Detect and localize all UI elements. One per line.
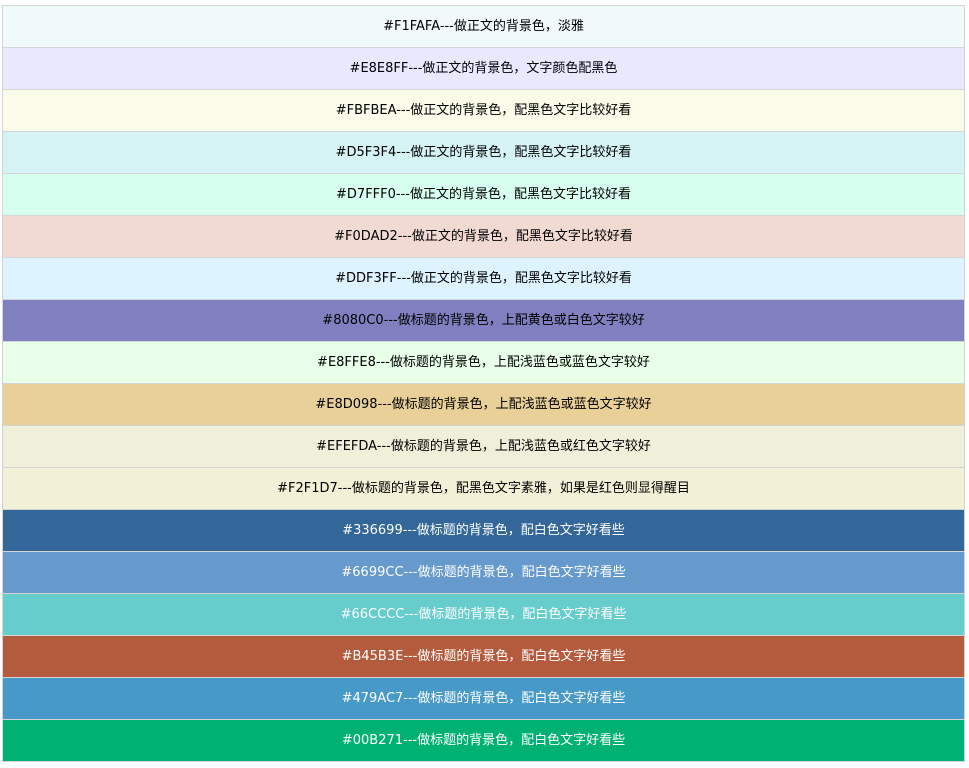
color-swatch-cell: #F1FAFA---做正文的背景色，淡雅 [2,5,965,48]
color-row: #FBFBEA---做正文的背景色，配黑色文字比较好看 [2,89,965,132]
color-swatch-cell: #8080C0---做标题的背景色，上配黄色或白色文字较好 [2,299,965,342]
color-row: #D7FFF0---做正文的背景色，配黑色文字比较好看 [2,173,965,216]
color-row: #336699---做标题的背景色，配白色文字好看些 [2,509,965,552]
color-row: #F0DAD2---做正文的背景色，配黑色文字比较好看 [2,215,965,258]
color-swatch-cell: #B45B3E---做标题的背景色，配白色文字好看些 [2,635,965,678]
color-row: #F2F1D7---做标题的背景色，配黑色文字素雅，如果是红色则显得醒目 [2,467,965,510]
color-swatch-cell: #F2F1D7---做标题的背景色，配黑色文字素雅，如果是红色则显得醒目 [2,467,965,510]
color-row: #F1FAFA---做正文的背景色，淡雅 [2,5,965,48]
color-swatch-cell: #6699CC---做标题的背景色，配白色文字好看些 [2,551,965,594]
color-row: #DDF3FF---做正文的背景色，配黑色文字比较好看 [2,257,965,300]
color-row: #E8E8FF---做正文的背景色，文字颜色配黑色 [2,47,965,90]
color-swatch-cell: #F0DAD2---做正文的背景色，配黑色文字比较好看 [2,215,965,258]
color-row: #479AC7---做标题的背景色，配白色文字好看些 [2,677,965,720]
color-swatch-cell: #D7FFF0---做正文的背景色，配黑色文字比较好看 [2,173,965,216]
color-swatch-cell: #E8E8FF---做正文的背景色，文字颜色配黑色 [2,47,965,90]
color-swatch-cell: #EFEFDA---做标题的背景色，上配浅蓝色或红色文字较好 [2,425,965,468]
color-swatch-table: #F1FAFA---做正文的背景色，淡雅 #E8E8FF---做正文的背景色，文… [2,5,965,762]
color-row: #8080C0---做标题的背景色，上配黄色或白色文字较好 [2,299,965,342]
color-row: #00B271---做标题的背景色，配白色文字好看些 [2,719,965,762]
color-swatch-cell: #00B271---做标题的背景色，配白色文字好看些 [2,719,965,762]
color-row: #B45B3E---做标题的背景色，配白色文字好看些 [2,635,965,678]
color-swatch-cell: #E8D098---做标题的背景色，上配浅蓝色或蓝色文字较好 [2,383,965,426]
color-swatch-cell: #D5F3F4---做正文的背景色，配黑色文字比较好看 [2,131,965,174]
color-row: #6699CC---做标题的背景色，配白色文字好看些 [2,551,965,594]
color-row: #E8D098---做标题的背景色，上配浅蓝色或蓝色文字较好 [2,383,965,426]
color-row: #EFEFDA---做标题的背景色，上配浅蓝色或红色文字较好 [2,425,965,468]
color-swatch-cell: #DDF3FF---做正文的背景色，配黑色文字比较好看 [2,257,965,300]
color-row: #E8FFE8---做标题的背景色，上配浅蓝色或蓝色文字较好 [2,341,965,384]
color-swatch-cell: #336699---做标题的背景色，配白色文字好看些 [2,509,965,552]
color-row: #D5F3F4---做正文的背景色，配黑色文字比较好看 [2,131,965,174]
color-swatch-cell: #66CCCC---做标题的背景色，配白色文字好看些 [2,593,965,636]
color-swatch-list: #F1FAFA---做正文的背景色，淡雅 #E8E8FF---做正文的背景色，文… [2,5,965,762]
color-swatch-cell: #FBFBEA---做正文的背景色，配黑色文字比较好看 [2,89,965,132]
color-swatch-cell: #E8FFE8---做标题的背景色，上配浅蓝色或蓝色文字较好 [2,341,965,384]
color-row: #66CCCC---做标题的背景色，配白色文字好看些 [2,593,965,636]
color-swatch-cell: #479AC7---做标题的背景色，配白色文字好看些 [2,677,965,720]
